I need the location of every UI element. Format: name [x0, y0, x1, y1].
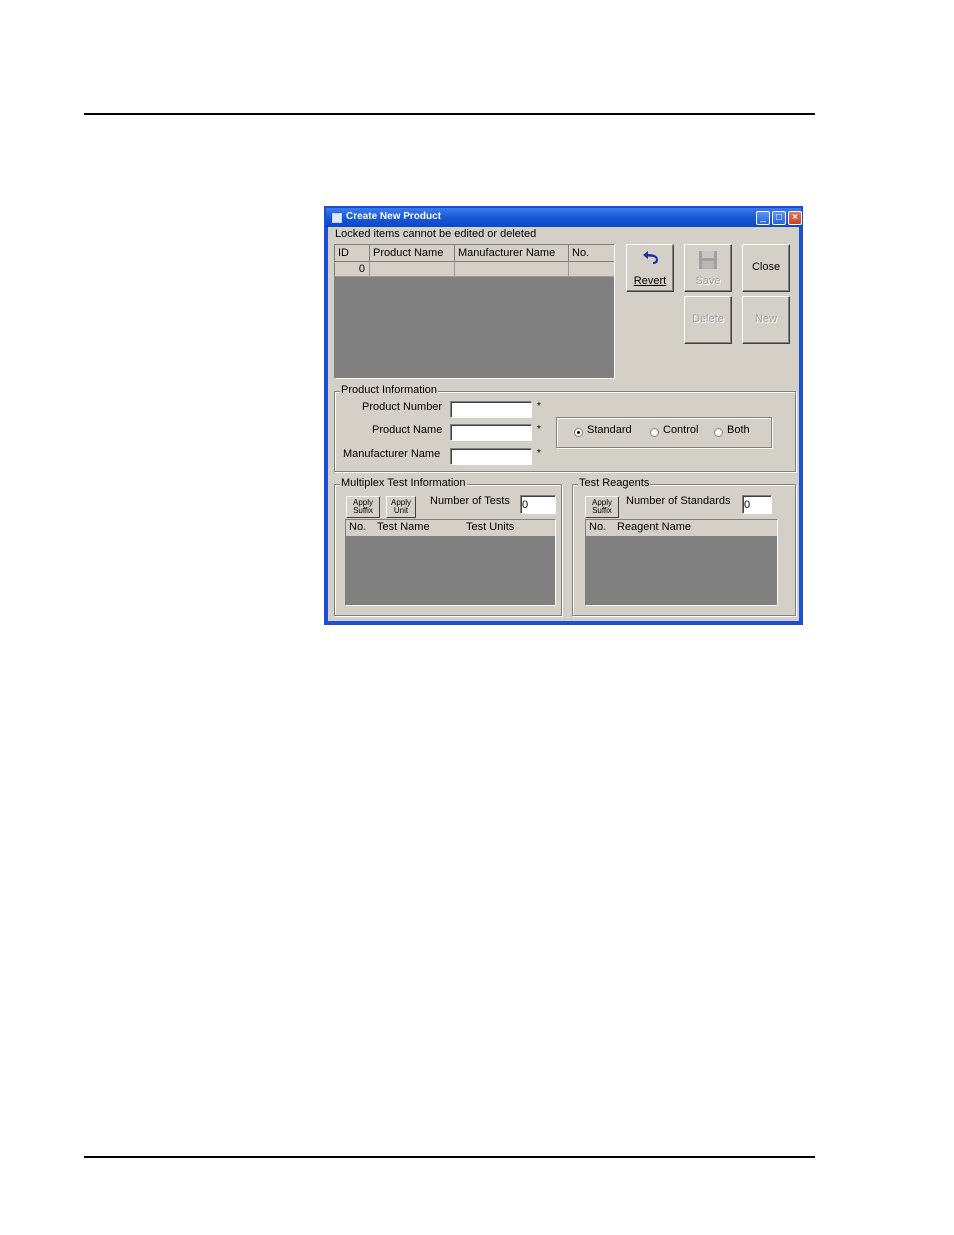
reagents-apply-suffix-button[interactable]: Apply Suffix	[585, 496, 619, 518]
manufacturer-name-label: Manufacturer Name	[343, 448, 441, 460]
standard-radio-label[interactable]: Standard	[587, 424, 632, 436]
close-button[interactable]: Close	[742, 244, 790, 292]
test-reagents-legend: Test Reagents	[578, 477, 651, 489]
close-label: Close	[751, 261, 781, 273]
column-header-manufacturer-name[interactable]: Manufacturer Name	[455, 245, 569, 262]
product-number-input[interactable]	[450, 401, 532, 418]
floppy-disk-icon	[699, 251, 717, 269]
revert-button[interactable]: Revert	[626, 244, 674, 292]
reagents-grid[interactable]: No. Reagent Name	[585, 519, 778, 606]
revert-label: Revert	[633, 275, 667, 287]
column-header-product-name[interactable]: Product Name	[370, 245, 455, 262]
create-new-product-window: Create New Product _ □ × Locked items ca…	[324, 206, 803, 625]
apply-unit-button[interactable]: Apply Unit	[386, 496, 416, 518]
window-title: Create New Product	[346, 211, 442, 222]
page-top-rule	[84, 113, 815, 115]
maximize-button[interactable]: □	[772, 211, 786, 225]
new-label: New	[754, 313, 777, 325]
new-button[interactable]: New	[742, 296, 790, 344]
column-header-test-no[interactable]: No.	[349, 521, 366, 533]
table-cell-manufacturer-name[interactable]	[455, 262, 569, 277]
manufacturer-name-required-mark: *	[537, 448, 541, 459]
number-of-standards-label: Number of Standards	[626, 495, 731, 507]
product-name-label: Product Name	[372, 424, 443, 436]
column-header-reagent-no[interactable]: No.	[589, 521, 606, 533]
column-header-id[interactable]: ID	[335, 245, 370, 262]
save-label: Save	[695, 275, 721, 287]
close-window-button[interactable]: ×	[788, 211, 802, 225]
column-header-test-name[interactable]: Test Name	[377, 521, 430, 533]
window-client-area: Locked items cannot be edited or deleted…	[328, 227, 799, 621]
save-button[interactable]: Save	[684, 244, 732, 292]
title-bar[interactable]: Create New Product _ □ ×	[326, 208, 802, 227]
manufacturer-name-input[interactable]	[450, 448, 532, 465]
multiplex-tests-grid[interactable]: No. Test Name Test Units	[345, 519, 556, 606]
both-radio[interactable]	[714, 428, 723, 437]
locked-items-note: Locked items cannot be edited or deleted	[335, 228, 537, 240]
products-grid[interactable]: ID Product Name Manufacturer Name No. 0	[334, 244, 615, 379]
undo-arrow-icon	[643, 251, 658, 264]
reagents-apply-suffix-line2: Suffix	[592, 506, 612, 515]
apply-suffix-line2: Suffix	[353, 506, 373, 515]
page-bottom-rule	[84, 1156, 815, 1158]
apply-unit-line2: Unit	[393, 506, 409, 515]
both-radio-label[interactable]: Both	[727, 424, 750, 436]
table-cell-id[interactable]: 0	[335, 262, 370, 277]
delete-button[interactable]: Delete	[684, 296, 732, 344]
product-information-legend: Product Information	[340, 384, 438, 396]
control-radio-label[interactable]: Control	[663, 424, 698, 436]
product-name-required-mark: *	[537, 424, 541, 435]
multiplex-test-information-legend: Multiplex Test Information	[340, 477, 467, 489]
table-cell-product-name[interactable]	[370, 262, 455, 277]
minimize-button[interactable]: _	[756, 211, 770, 225]
column-header-test-units[interactable]: Test Units	[466, 521, 514, 533]
control-radio[interactable]	[650, 428, 659, 437]
product-number-label: Product Number	[362, 401, 443, 413]
product-name-input[interactable]	[450, 424, 532, 441]
number-of-tests-input[interactable]	[520, 495, 556, 514]
apply-suffix-button[interactable]: Apply Suffix	[346, 496, 380, 518]
table-cell-no[interactable]	[569, 262, 614, 277]
column-header-no[interactable]: No.	[569, 245, 614, 262]
number-of-tests-label: Number of Tests	[430, 495, 510, 507]
number-of-standards-input[interactable]	[742, 495, 772, 514]
product-number-required-mark: *	[537, 401, 541, 412]
standard-radio[interactable]	[574, 428, 583, 437]
app-icon	[332, 213, 342, 223]
delete-label: Delete	[692, 313, 724, 325]
column-header-reagent-name[interactable]: Reagent Name	[617, 521, 691, 533]
